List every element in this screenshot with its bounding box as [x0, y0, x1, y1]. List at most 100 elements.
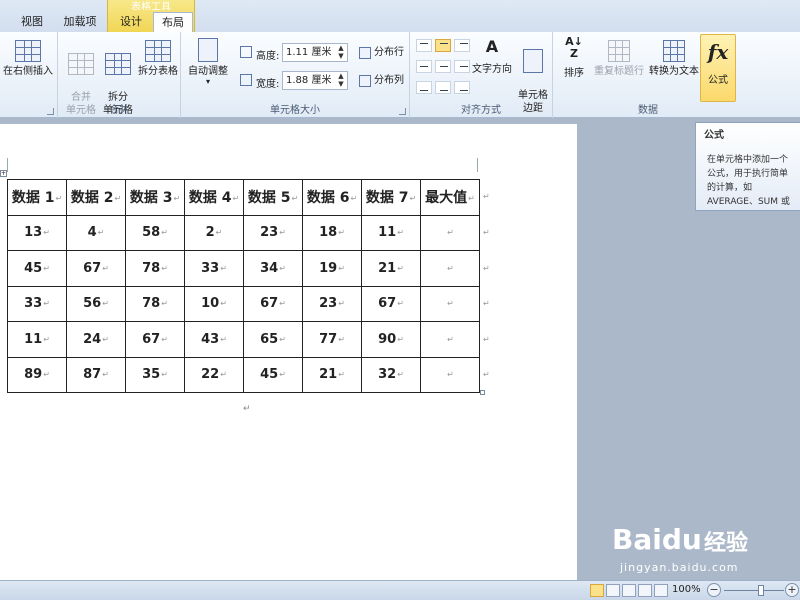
table-cell[interactable]: 34↵: [243, 250, 303, 287]
rows-columns-dialog-launcher[interactable]: [47, 108, 54, 115]
align-top-right-button[interactable]: [454, 39, 470, 52]
print-layout-view-icon[interactable]: [590, 584, 604, 597]
table-cell[interactable]: 21↵: [361, 250, 421, 287]
zoom-level[interactable]: 100%: [672, 584, 701, 595]
table-header-cell[interactable]: 数据 7↵: [361, 179, 421, 216]
zoom-in-button[interactable]: +: [785, 583, 799, 597]
full-screen-reading-icon[interactable]: [606, 584, 620, 597]
table-cell[interactable]: 33↵: [7, 285, 67, 322]
table-cell[interactable]: 23↵: [302, 285, 362, 322]
align-bottom-center-button[interactable]: [435, 81, 451, 94]
table-move-handle[interactable]: +: [0, 170, 7, 177]
table-header-cell[interactable]: 数据 6↵: [302, 179, 362, 216]
table-header-cell[interactable]: 数据 2↵: [66, 179, 126, 216]
table-cell[interactable]: 65↵: [243, 321, 303, 358]
table-cell[interactable]: 67↵: [125, 321, 185, 358]
table-cell[interactable]: 90↵: [361, 321, 421, 358]
convert-to-text-button[interactable]: 转换为文本: [647, 36, 701, 78]
outline-view-icon[interactable]: [638, 584, 652, 597]
repeat-header-rows-button[interactable]: 重复标题行: [591, 36, 647, 78]
split-table-label: 拆分表格: [138, 66, 178, 77]
align-top-center-button[interactable]: [435, 39, 451, 52]
table-cell[interactable]: 78↵: [125, 285, 185, 322]
distribute-rows-button[interactable]: 分布行: [357, 44, 404, 62]
table-cell[interactable]: 18↵: [302, 214, 362, 251]
table-cell-max[interactable]: ↵: [420, 321, 480, 358]
row-height-icon: [240, 46, 252, 58]
table-cell[interactable]: 4↵: [66, 214, 126, 251]
table-cell-max[interactable]: ↵: [420, 214, 480, 251]
table-cell[interactable]: 2↵: [184, 214, 244, 251]
table-cell[interactable]: 58↵: [125, 214, 185, 251]
align-bottom-right-button[interactable]: [454, 81, 470, 94]
table-cell[interactable]: 43↵: [184, 321, 244, 358]
table-cell-max[interactable]: ↵: [420, 356, 480, 393]
table-cell[interactable]: 35↵: [125, 356, 185, 393]
table-cell[interactable]: 22↵: [184, 356, 244, 393]
tab-view[interactable]: 视图: [12, 12, 52, 32]
table-cell[interactable]: 89↵: [7, 356, 67, 393]
table-cell[interactable]: 45↵: [7, 250, 67, 287]
table-cell[interactable]: 77↵: [302, 321, 362, 358]
table-cell[interactable]: 10↵: [184, 285, 244, 322]
tab-addins[interactable]: 加载项: [58, 12, 102, 32]
alignment-group-label: 对齐方式: [461, 105, 501, 116]
table-cell[interactable]: 32↵: [361, 356, 421, 393]
web-layout-icon[interactable]: [622, 584, 636, 597]
insert-right-button[interactable]: 在右侧插入: [2, 36, 54, 78]
split-table-button[interactable]: 拆分表格: [136, 36, 180, 78]
table-row: 13↵ 4↵ 58↵ 2↵ 23↵ 18↵ 11↵ ↵: [7, 214, 480, 251]
table-header-cell[interactable]: 数据 3↵: [125, 179, 185, 216]
table-cell[interactable]: 19↵: [302, 250, 362, 287]
table-cell[interactable]: 33↵: [184, 250, 244, 287]
height-spinner[interactable]: ▲ ▼: [336, 44, 346, 60]
table-header-cell[interactable]: 数据 4↵: [184, 179, 244, 216]
formula-button[interactable]: fx 公式: [700, 34, 736, 102]
align-top-left-button[interactable]: [416, 39, 432, 52]
table-cell[interactable]: 21↵: [302, 356, 362, 393]
table-cell[interactable]: 87↵: [66, 356, 126, 393]
sort-label: 排序: [564, 68, 584, 79]
table-cell[interactable]: 13↵: [7, 214, 67, 251]
table-cell[interactable]: 24↵: [66, 321, 126, 358]
table-header-cell[interactable]: 数据 1↵: [7, 179, 67, 216]
tab-design[interactable]: 设计: [112, 12, 150, 32]
table-cell[interactable]: 11↵: [7, 321, 67, 358]
sort-button[interactable]: A↓ Z 排序: [559, 36, 589, 80]
zoom-slider-thumb[interactable]: [758, 585, 764, 596]
table-header-cell[interactable]: 最大值↵: [420, 179, 480, 216]
table-cell[interactable]: 11↵: [361, 214, 421, 251]
distribute-columns-label: 分布列: [374, 75, 404, 86]
align-middle-left-button[interactable]: [416, 60, 432, 73]
table-cell[interactable]: 45↵: [243, 356, 303, 393]
table-cell[interactable]: 23↵: [243, 214, 303, 251]
autofit-button[interactable]: 自动调整 ▾: [185, 36, 231, 86]
table-cell[interactable]: 67↵: [66, 250, 126, 287]
table-cell-max[interactable]: ↵: [420, 285, 480, 322]
align-middle-center-button[interactable]: [435, 60, 451, 73]
cell-margins-icon: [523, 49, 543, 73]
table-cell-max[interactable]: ↵: [420, 250, 480, 287]
formula-fx-icon: fx: [707, 40, 729, 64]
help-icon[interactable]: [740, 0, 758, 7]
draft-view-icon[interactable]: [654, 584, 668, 597]
tab-layout[interactable]: 布局: [153, 12, 193, 33]
group-rows-columns: 在右侧插入: [0, 32, 58, 118]
table-cell[interactable]: 67↵: [243, 285, 303, 322]
zoom-slider-track[interactable]: [724, 590, 784, 591]
data-table[interactable]: 数据 1↵ 数据 2↵ 数据 3↵ 数据 4↵ 数据 5↵ 数据 6↵ 数据 7…: [7, 179, 480, 393]
distribute-columns-button[interactable]: 分布列: [357, 72, 404, 90]
table-header-cell[interactable]: 数据 5↵: [243, 179, 303, 216]
width-spinner[interactable]: ▲ ▼: [336, 72, 346, 88]
margin-corner-mark: [7, 158, 8, 172]
cell-size-dialog-launcher[interactable]: [399, 108, 406, 115]
table-cell[interactable]: 78↵: [125, 250, 185, 287]
align-middle-right-button[interactable]: [454, 60, 470, 73]
zoom-out-button[interactable]: −: [707, 583, 721, 597]
text-direction-button[interactable]: A 文字方向: [470, 36, 514, 76]
align-bottom-left-button[interactable]: [416, 81, 432, 94]
table-resize-handle[interactable]: [480, 390, 485, 395]
table-cell[interactable]: 56↵: [66, 285, 126, 322]
watermark-url: jingyan.baidu.com: [620, 561, 739, 574]
table-cell[interactable]: 67↵: [361, 285, 421, 322]
